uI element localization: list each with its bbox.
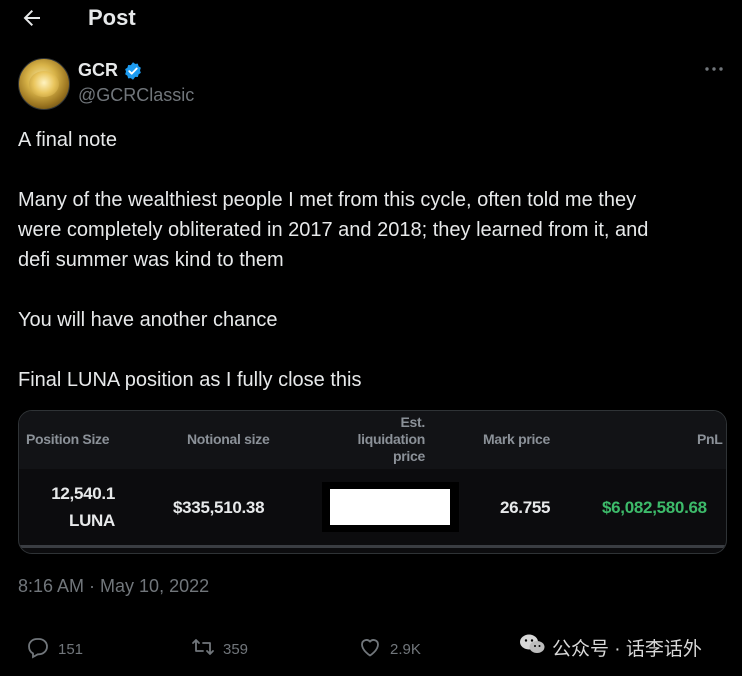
- mark-price-value: 26.755: [500, 498, 551, 517]
- repost-icon: [191, 635, 215, 663]
- tweet-line: were completely obliterated in 2017 and …: [18, 219, 649, 241]
- tweet-line: Many of the wealthiest people I met from…: [18, 189, 637, 211]
- redacted-liquidation-price: [322, 482, 459, 532]
- col-notional-size: Notional size: [187, 431, 270, 447]
- watermark: 公众号 · 话李话外: [518, 632, 702, 662]
- tweet-text: A final note Many of the wealthiest peop…: [18, 125, 730, 395]
- more-options-icon[interactable]: [703, 58, 725, 80]
- scrollbar: [19, 545, 726, 548]
- col-pnl: PnL: [697, 431, 723, 447]
- heart-icon: [358, 635, 382, 663]
- pnl-value: $6,082,580.68: [602, 498, 707, 517]
- verified-badge-icon: [123, 61, 143, 81]
- reply-button[interactable]: 151: [26, 636, 83, 662]
- tweet-line: Final LUNA position as I fully close thi…: [18, 369, 362, 391]
- tweet-line: defi summer was kind to them: [18, 249, 284, 271]
- page-title: Post: [88, 5, 136, 30]
- like-count: 2.9K: [390, 640, 421, 658]
- position-size-unit: LUNA: [68, 511, 115, 530]
- reply-icon: [26, 635, 50, 663]
- reply-count: 151: [58, 640, 84, 658]
- position-table-header: Position Size Notional size Est. liquida…: [19, 411, 726, 469]
- watermark-text: 公众号 · 话李话外: [552, 638, 702, 660]
- position-screenshot[interactable]: Position Size Notional size Est. liquida…: [18, 410, 727, 554]
- avatar[interactable]: [18, 58, 70, 110]
- back-arrow-icon[interactable]: [20, 6, 44, 30]
- tweet-line: You will have another chance: [18, 309, 278, 331]
- top-bar: Post: [0, 0, 742, 40]
- post-timestamp[interactable]: 8:16 AM · May 10, 2022: [18, 576, 209, 597]
- col-liq-line3: price: [393, 448, 425, 464]
- tweet-line: A final note: [18, 129, 117, 151]
- like-button[interactable]: 2.9K: [358, 636, 421, 662]
- position-size-amount: 12,540.1: [51, 484, 115, 503]
- col-liq-line1: Est.: [400, 414, 426, 430]
- col-liq-line2: liquidation: [357, 431, 426, 447]
- notional-size-value: $335,510.38: [173, 498, 265, 517]
- wechat-icon: [518, 632, 546, 662]
- repost-count: 359: [223, 640, 249, 658]
- author-name[interactable]: GCR: [78, 60, 118, 81]
- author-handle[interactable]: @GCRClassic: [78, 85, 194, 106]
- col-mark-price: Mark price: [483, 431, 551, 447]
- repost-button[interactable]: 359: [191, 636, 248, 662]
- col-position-size: Position Size: [26, 431, 110, 447]
